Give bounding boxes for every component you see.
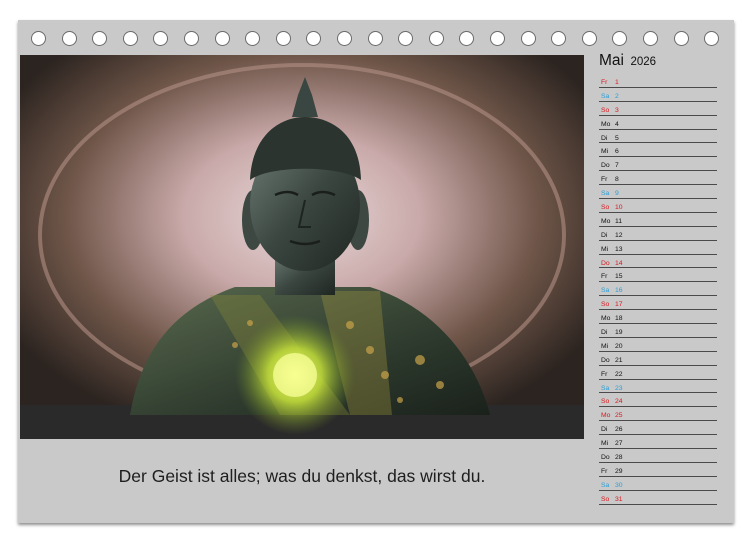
day-list: Fr 1 Sa 2 So 3 Mo 4 Di 5 Mi 6 Do 7 Fr 8 Sa 9 So 10 Mo 11 Di 12 M… [599, 74, 717, 505]
binding-hole [643, 31, 658, 46]
binding-hole [398, 31, 414, 46]
day-row: So 17 [599, 296, 717, 311]
binding-hole [31, 31, 46, 46]
day-row: Sa 2 [599, 88, 717, 102]
binding-hole [214, 31, 230, 46]
day-row: Di 5 [599, 130, 717, 144]
buddha-statue-image [20, 55, 584, 439]
month-name: Mai [599, 52, 624, 69]
day-row: Sa 23 [599, 380, 717, 394]
binding-hole [551, 31, 567, 46]
day-row: Sa 30 [599, 477, 717, 491]
binding-hole [184, 31, 199, 46]
binding-hole [275, 31, 291, 46]
binding-hole [153, 31, 169, 46]
day-row: Mo 11 [599, 213, 717, 227]
day-row: Mo 18 [599, 310, 717, 325]
day-row: Mi 27 [599, 435, 717, 450]
day-row: Do 28 [599, 449, 717, 463]
day-row: Di 26 [599, 421, 717, 436]
quote-caption: Der Geist ist alles; was du denkst, das … [118, 466, 486, 486]
day-row: Fr 15 [599, 268, 717, 283]
binding-hole [459, 31, 475, 46]
day-row: Sa 9 [599, 185, 717, 200]
year: 2026 [630, 56, 657, 68]
day-row: Mi 13 [599, 241, 717, 255]
buddha-photo [20, 55, 584, 439]
binding-hole [122, 31, 138, 46]
binding-hole [520, 31, 536, 46]
day-row: Fr 29 [599, 463, 717, 477]
day-row: Mi 20 [599, 338, 717, 352]
day-row: Di 19 [599, 324, 717, 338]
day-row: Do 7 [599, 157, 717, 172]
binding-hole [673, 31, 689, 46]
day-row: So 24 [599, 393, 717, 408]
day-row: Sa 16 [599, 282, 717, 297]
binding-hole [490, 31, 505, 46]
day-row: Do 14 [599, 255, 717, 269]
day-number: 31 [615, 495, 623, 503]
binding-hole [612, 31, 628, 46]
day-row: Mo 4 [599, 116, 717, 130]
day-row: Fr 8 [599, 171, 717, 186]
day-row: Fr 1 [599, 74, 717, 88]
day-row: Mo 25 [599, 407, 717, 422]
day-row: So 31 [599, 491, 717, 505]
binding-hole [367, 31, 383, 46]
binding-hole [92, 31, 108, 46]
binding-hole [337, 31, 352, 46]
month-header: Mai 2026 [599, 52, 719, 70]
day-row: Mi 6 [599, 143, 717, 158]
binding-hole [306, 31, 322, 46]
binding-hole [581, 31, 597, 46]
day-row: So 3 [599, 102, 717, 116]
spiral-binding [22, 31, 722, 49]
binding-hole [428, 31, 444, 46]
day-row: Fr 22 [599, 366, 717, 380]
day-row: Do 21 [599, 352, 717, 366]
day-weekday: So [601, 495, 610, 503]
day-row: Di 12 [599, 227, 717, 241]
binding-hole [704, 31, 720, 46]
binding-hole [245, 31, 261, 46]
binding-hole [61, 31, 77, 46]
day-row: So 10 [599, 199, 717, 213]
